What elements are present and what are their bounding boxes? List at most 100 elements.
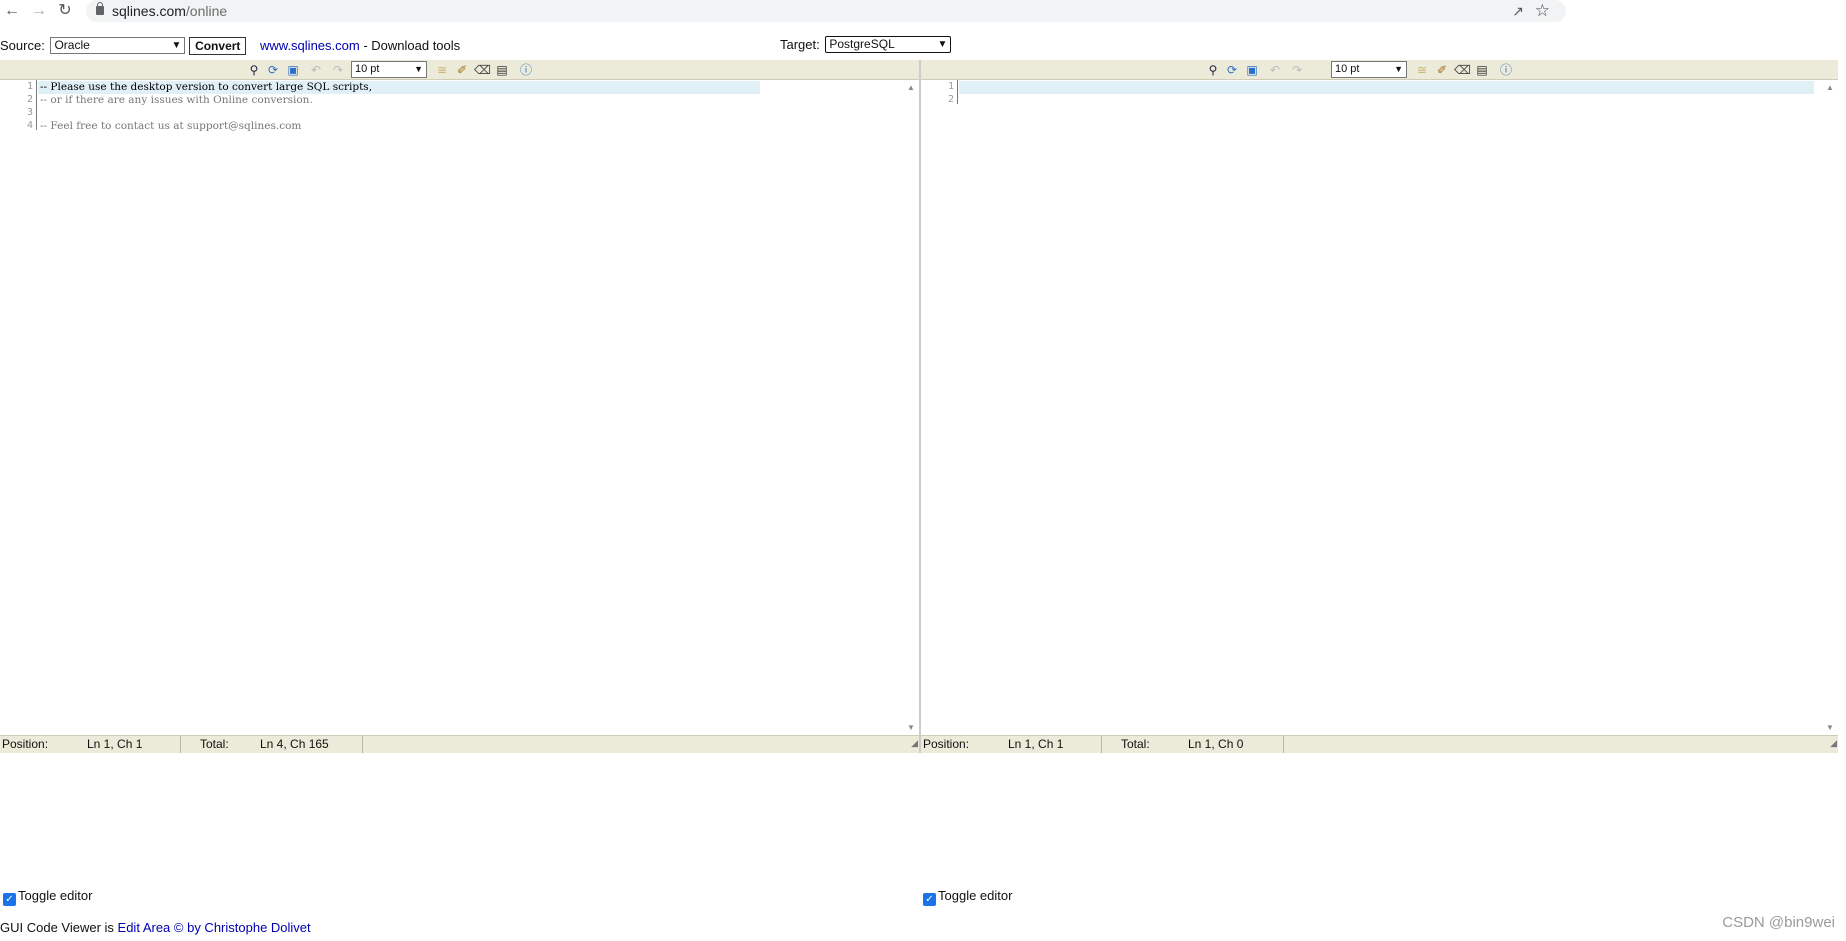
- source-editor-toolbar: ⚲ ⟳ ▣ ↶ ↷ 10 pt ▼ ≅ ✐ ⌫ ▤ ⓘ: [0, 60, 919, 80]
- brush-icon[interactable]: ✐: [454, 62, 470, 78]
- resize-grip-icon[interactable]: ◢: [911, 735, 918, 752]
- target-toggle-editor[interactable]: ✓ Toggle editor: [923, 888, 1012, 906]
- target-select-value: PostgreSQL: [829, 37, 895, 51]
- link-separator: -: [359, 38, 372, 53]
- footer: GUI Code Viewer is Edit Area © by Christ…: [0, 920, 311, 936]
- target-controls: Target: PostgreSQL ▼: [780, 36, 952, 54]
- total-label: Total:: [200, 737, 229, 751]
- font-size-value: 10 pt: [355, 63, 380, 75]
- source-status-bar: Position: Ln 1, Ch 1 Total: Ln 4, Ch 165…: [0, 735, 919, 753]
- line-number: 3: [26, 107, 33, 118]
- edit-area-link[interactable]: Edit Area © by Christophe Dolivet: [118, 920, 311, 935]
- source-editor-panel: ⚲ ⟳ ▣ ↶ ↷ 10 pt ▼ ≅ ✐ ⌫ ▤ ⓘ 1 2 3 4 -- P…: [0, 60, 919, 753]
- toggle-editor-label: Toggle editor: [18, 888, 93, 903]
- syntax-highlight-icon[interactable]: ≅: [1414, 62, 1430, 78]
- code-line: -- or if there are any issues with Onlin…: [40, 94, 313, 106]
- total-label: Total:: [1121, 737, 1150, 751]
- syntax-highlight-icon[interactable]: ≅: [434, 62, 450, 78]
- toggle-editor-label: Toggle editor: [938, 888, 1013, 903]
- address-bar[interactable]: sqlines.com/online: [86, 0, 1566, 22]
- line-number: 4: [26, 120, 33, 131]
- lock-icon: [96, 2, 104, 15]
- position-value: Ln 1, Ch 1: [87, 737, 143, 751]
- target-status-bar: Position: Ln 1, Ch 1 Total: Ln 1, Ch 0 ◢: [921, 735, 1838, 753]
- source-select[interactable]: Oracle ▼: [50, 37, 186, 54]
- status-divider: [1283, 736, 1284, 753]
- arrow-left-icon[interactable]: ←: [3, 2, 21, 20]
- position-value: Ln 1, Ch 1: [1008, 737, 1064, 751]
- sqlines-link[interactable]: www.sqlines.com: [260, 38, 360, 53]
- target-scrollbar[interactable]: ▲ ▼: [1824, 80, 1838, 735]
- share-icon[interactable]: ↗: [1512, 3, 1524, 20]
- source-toggle-editor[interactable]: ✓ Toggle editor: [3, 888, 92, 906]
- code-line: -- Feel free to contact us at support@sq…: [40, 120, 302, 132]
- target-select[interactable]: PostgreSQL ▼: [825, 36, 952, 53]
- line-number: 2: [26, 94, 33, 105]
- chevron-down-icon: ▼: [414, 64, 423, 74]
- fullscreen-icon[interactable]: ▣: [1244, 62, 1260, 78]
- source-select-value: Oracle: [54, 38, 90, 52]
- eraser-icon[interactable]: ⌫: [1454, 62, 1471, 78]
- source-code-area[interactable]: 1 2 3 4 -- Please use the desktop versio…: [0, 80, 905, 735]
- scroll-down-icon[interactable]: ▼: [907, 723, 915, 732]
- redo-icon[interactable]: ↷: [1289, 62, 1305, 78]
- undo-icon[interactable]: ↶: [308, 62, 324, 78]
- help-icon[interactable]: ⓘ: [518, 62, 534, 78]
- redo-icon[interactable]: ↷: [330, 62, 346, 78]
- position-label: Position:: [2, 737, 49, 751]
- help-icon[interactable]: ⓘ: [1498, 62, 1514, 78]
- code-line: -- Please use the desktop version to con…: [40, 81, 373, 93]
- current-line-highlight: [959, 81, 1814, 94]
- line-number: 1: [26, 81, 33, 92]
- line-number-gutter: 1 2 3 4: [0, 80, 37, 131]
- source-controls: Source: Oracle ▼ Convert: [0, 37, 247, 55]
- reload-icon[interactable]: ↻: [56, 2, 74, 20]
- goto-line-icon[interactable]: ⟳: [1224, 62, 1240, 78]
- convert-button[interactable]: Convert: [189, 37, 247, 55]
- target-label: Target:: [780, 37, 820, 52]
- target-editor-toolbar: ⚲ ⟳ ▣ ↶ ↷ 10 pt ▼ ≅ ✐ ⌫ ▤ ⓘ: [921, 60, 1838, 80]
- browser-toolbar: ← → ↻ sqlines.com/online ↗ ☆: [0, 0, 1846, 24]
- status-divider: [1101, 736, 1102, 753]
- target-code-area[interactable]: 1 2: [921, 80, 1824, 735]
- scroll-up-icon[interactable]: ▲: [1826, 83, 1834, 92]
- eraser-icon[interactable]: ⌫: [474, 62, 491, 78]
- line-number: 1: [947, 81, 954, 92]
- resize-grip-icon[interactable]: ◢: [1830, 735, 1837, 752]
- options-icon[interactable]: ▤: [494, 62, 510, 78]
- download-tools-link[interactable]: Download tools: [371, 38, 460, 53]
- position-label: Position:: [923, 737, 970, 751]
- font-size-value: 10 pt: [1335, 63, 1360, 75]
- watermark: CSDN @bin9wei: [1722, 914, 1835, 931]
- font-size-select[interactable]: 10 pt ▼: [351, 61, 427, 78]
- total-value: Ln 4, Ch 165: [260, 737, 329, 751]
- status-divider: [180, 736, 181, 753]
- site-links: www.sqlines.com - Download tools: [260, 37, 460, 55]
- search-icon[interactable]: ⚲: [1205, 62, 1221, 78]
- chevron-down-icon: ▼: [1394, 64, 1403, 74]
- checkbox-checked-icon[interactable]: ✓: [3, 893, 16, 906]
- status-divider: [362, 736, 363, 753]
- brush-icon[interactable]: ✐: [1434, 62, 1450, 78]
- total-value: Ln 1, Ch 0: [1188, 737, 1244, 751]
- search-icon[interactable]: ⚲: [246, 62, 262, 78]
- fullscreen-icon[interactable]: ▣: [285, 62, 301, 78]
- checkbox-checked-icon[interactable]: ✓: [923, 893, 936, 906]
- line-number: 2: [947, 94, 954, 105]
- chevron-down-icon: ▼: [937, 39, 948, 50]
- goto-line-icon[interactable]: ⟳: [265, 62, 281, 78]
- scroll-up-icon[interactable]: ▲: [907, 83, 915, 92]
- scroll-down-icon[interactable]: ▼: [1826, 723, 1834, 732]
- options-icon[interactable]: ▤: [1474, 62, 1490, 78]
- line-number-gutter: 1 2: [921, 80, 958, 105]
- target-editor-panel: ⚲ ⟳ ▣ ↶ ↷ 10 pt ▼ ≅ ✐ ⌫ ▤ ⓘ 1 2 ▲ ▼ Posi…: [921, 60, 1838, 753]
- font-size-select[interactable]: 10 pt ▼: [1331, 61, 1407, 78]
- footer-prefix: GUI Code Viewer is: [0, 920, 118, 935]
- undo-icon[interactable]: ↶: [1267, 62, 1283, 78]
- url-path: /online: [185, 3, 228, 19]
- source-scrollbar[interactable]: ▲ ▼: [905, 80, 919, 735]
- arrow-right-icon[interactable]: →: [30, 2, 48, 20]
- source-label: Source:: [0, 38, 45, 53]
- url-host: sqlines.com: [112, 3, 186, 19]
- bookmark-star-icon[interactable]: ☆: [1535, 1, 1550, 21]
